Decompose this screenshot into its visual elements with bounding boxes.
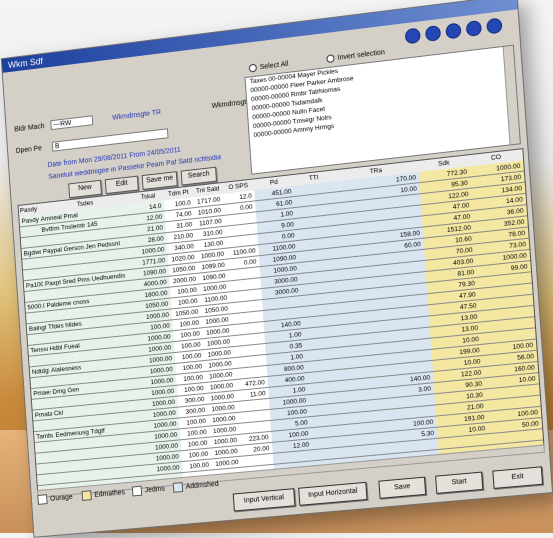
grid-cell[interactable]: 5000.00 — [25, 301, 45, 314]
status-light-icon — [465, 19, 483, 38]
radio-invert-label: Invert selection — [337, 48, 386, 62]
legend-swatch-icon — [81, 490, 92, 501]
grid-cell[interactable]: Tambudh — [34, 430, 54, 443]
field2-input[interactable]: B — [51, 128, 169, 152]
legend-jedms: Jedms — [131, 484, 166, 497]
field1-label: Bldr Mach — [14, 123, 45, 134]
legend-label: Jedms — [144, 485, 166, 494]
grid-cell[interactable] — [37, 474, 57, 487]
radio-select-all-label: Select All — [259, 60, 289, 71]
legend-label: Edmathes — [94, 488, 126, 499]
field2-label: Dpen Pe — [15, 145, 43, 155]
grid-cell[interactable]: Ndtdglbaa — [30, 366, 50, 379]
grid-cell[interactable]: Balngta — [27, 322, 47, 335]
start-button[interactable]: Start — [435, 471, 484, 494]
grid-cell[interactable]: Pmatatik — [33, 409, 53, 422]
grid-cell[interactable]: Pmaesl — [31, 387, 51, 400]
app-window: Wkm Sdf Bldr Mach ---RW Wkmdmsgte TR Dpe… — [0, 0, 553, 538]
legend-ourage: Ourage — [37, 492, 73, 505]
save-button[interactable]: Save — [378, 476, 427, 499]
input-horizontal-button[interactable]: Input Horizontal — [298, 481, 368, 506]
status-light-icon — [486, 17, 503, 35]
data-grid[interactable]: Pasdy Tsdes Tskal Tdm Pt Tnl Sald O SPS … — [17, 148, 545, 492]
radio-icon — [326, 54, 335, 64]
grid-cell[interactable]: Pasdy — [19, 215, 39, 228]
grid-cell[interactable]: Bgdweeek — [22, 247, 42, 260]
status-lights — [404, 17, 503, 45]
grid-cell[interactable]: Tenssnth — [28, 344, 48, 357]
radio-icon — [248, 63, 258, 73]
legend-swatch-icon — [172, 482, 184, 493]
legend-swatch-icon — [37, 494, 48, 505]
legend-label: Addmshed — [185, 480, 219, 491]
field1-select[interactable]: ---RW — [50, 115, 94, 131]
input-vertical-button[interactable]: Input Vertical — [232, 488, 296, 512]
blue-note: Wkmdmsgte TR — [112, 109, 162, 122]
grid-column: Amneal Pmal Bvtfrm Tnslemtr 145 Paypal Ger… — [38, 204, 151, 484]
list-scrollbar[interactable] — [502, 45, 520, 145]
status-light-icon — [424, 24, 442, 42]
exit-button[interactable]: Exit — [492, 466, 544, 489]
grid-cell[interactable]: Pa1000000 — [24, 279, 44, 292]
legend-label: Ourage — [49, 493, 73, 503]
radio-select-all[interactable]: Select All — [248, 60, 289, 73]
legend-swatch-icon — [131, 485, 143, 497]
status-light-icon — [404, 27, 421, 45]
status-light-icon — [445, 22, 462, 40]
